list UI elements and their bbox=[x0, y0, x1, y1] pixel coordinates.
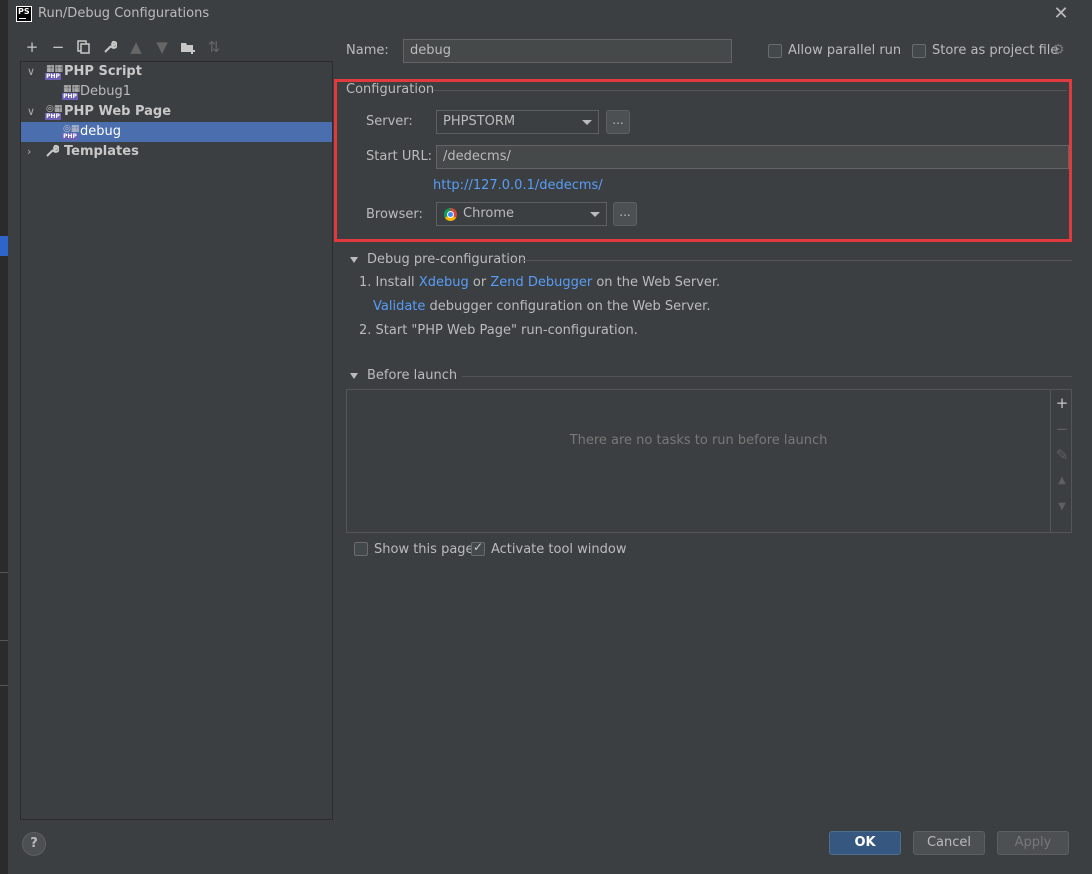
gear-icon[interactable]: ⚙ bbox=[1052, 42, 1065, 58]
zend-debugger-link[interactable]: Zend Debugger bbox=[490, 275, 592, 290]
arrow-up-icon[interactable]: ▲ bbox=[1054, 473, 1070, 489]
background-ide-strip bbox=[0, 0, 8, 874]
full-url-link[interactable]: http://127.0.0.1/dedecms/ bbox=[433, 178, 603, 193]
wrench-icon[interactable] bbox=[100, 37, 120, 57]
minus-icon[interactable]: − bbox=[48, 37, 68, 57]
preconfig-step1: 1. Install Xdebug or Zend Debugger on th… bbox=[359, 275, 721, 290]
apply-button[interactable]: Apply bbox=[997, 831, 1069, 855]
window-title: Run/Debug Configurations bbox=[38, 6, 210, 21]
php-script-icon: ▦▦ PHP bbox=[45, 64, 64, 80]
configuration-title: Configuration bbox=[346, 82, 435, 97]
show-page-checkbox[interactable] bbox=[354, 542, 368, 556]
activate-tool-checkbox[interactable] bbox=[471, 540, 485, 556]
run-debug-configurations-dialog: PS Run/Debug Configurations ✕ + − ▲ ▼ ⇅ … bbox=[8, 0, 1092, 874]
tree-item-label: PHP Web Page bbox=[64, 104, 172, 119]
allow-parallel-label: Allow parallel run bbox=[788, 43, 902, 58]
tree-item-debug1[interactable]: ▦▦ PHP Debug1 bbox=[21, 82, 332, 102]
server-combo[interactable]: PHPSTORM bbox=[436, 110, 599, 134]
title-bar: PS Run/Debug Configurations ✕ bbox=[8, 0, 1092, 30]
xdebug-link[interactable]: Xdebug bbox=[419, 275, 469, 290]
server-value: PHPSTORM bbox=[443, 114, 516, 129]
store-project-label: Store as project file bbox=[932, 43, 1059, 58]
sort-icon[interactable]: ⇅ bbox=[204, 37, 224, 57]
start-url-field[interactable]: /dedecms/ bbox=[436, 145, 1069, 169]
tree-item-debug[interactable]: ◎▦ PHP debug bbox=[21, 122, 332, 142]
name-label: Name: bbox=[346, 43, 389, 58]
cancel-button[interactable]: Cancel bbox=[913, 831, 985, 855]
server-label: Server: bbox=[366, 114, 413, 129]
wrench-icon bbox=[45, 144, 61, 160]
chrome-icon bbox=[444, 208, 457, 221]
php-script-icon: ▦▦ PHP bbox=[62, 84, 81, 100]
tree-item-php-web-page[interactable]: ∨ ◎▦ PHP PHP Web Page bbox=[21, 102, 332, 122]
tree-item-label: PHP Script bbox=[64, 64, 142, 79]
chevron-down-icon[interactable]: ∨ bbox=[27, 62, 39, 82]
copy-icon[interactable] bbox=[74, 37, 94, 57]
before-launch-title: Before launch bbox=[367, 368, 458, 383]
browser-browse-button[interactable]: ... bbox=[613, 202, 637, 226]
close-icon[interactable]: ✕ bbox=[1051, 4, 1071, 24]
tree-item-templates[interactable]: › Templates bbox=[21, 142, 332, 162]
chevron-right-icon[interactable]: › bbox=[27, 142, 39, 162]
before-launch-empty-text: There are no tasks to run before launch bbox=[569, 433, 828, 448]
triangle-down-icon[interactable] bbox=[350, 373, 358, 379]
arrow-down-icon[interactable]: ▼ bbox=[152, 37, 172, 57]
phpstorm-app-icon: PS bbox=[16, 6, 32, 22]
ok-button[interactable]: OK bbox=[829, 831, 901, 855]
preconfig-validate: Validate debugger configuration on the W… bbox=[373, 299, 711, 314]
folder-plus-icon[interactable] bbox=[178, 37, 198, 57]
plus-icon[interactable]: + bbox=[1054, 395, 1070, 411]
validate-link[interactable]: Validate bbox=[373, 299, 425, 314]
tree-item-label: debug bbox=[80, 124, 121, 139]
chevron-down-icon[interactable]: ∨ bbox=[27, 102, 39, 122]
tree-item-label: Templates bbox=[64, 144, 139, 159]
plus-icon[interactable]: + bbox=[22, 37, 42, 57]
debug-preconfig-title: Debug pre-configuration bbox=[367, 252, 527, 267]
show-page-label: Show this page bbox=[374, 542, 474, 557]
allow-parallel-checkbox[interactable] bbox=[768, 44, 782, 58]
server-browse-button[interactable]: ... bbox=[606, 110, 630, 134]
pencil-icon[interactable]: ✎ bbox=[1054, 447, 1070, 463]
chevron-down-icon bbox=[590, 212, 600, 217]
start-url-label: Start URL: bbox=[366, 149, 433, 164]
chevron-down-icon bbox=[582, 120, 592, 125]
help-button[interactable]: ? bbox=[22, 832, 46, 856]
configuration-separator bbox=[433, 90, 1067, 91]
browser-value: Chrome bbox=[463, 206, 514, 221]
triangle-down-icon[interactable] bbox=[350, 257, 358, 263]
activate-tool-label: Activate tool window bbox=[491, 542, 627, 557]
configurations-tree: ∨ ▦▦ PHP PHP Script ▦▦ PHP Debug1 ∨ ◎▦ PHP … bbox=[20, 61, 333, 820]
before-launch-side-toolbar: + − ✎ ▲ ▼ bbox=[1050, 390, 1072, 532]
preconfig-step2: 2. Start "PHP Web Page" run-configuratio… bbox=[359, 323, 638, 338]
browser-label: Browser: bbox=[366, 207, 423, 222]
name-field[interactable]: debug bbox=[403, 39, 732, 63]
php-web-page-icon: ◎▦ PHP bbox=[45, 104, 63, 120]
arrow-up-icon[interactable]: ▲ bbox=[126, 37, 146, 57]
minus-icon[interactable]: − bbox=[1054, 421, 1070, 437]
store-project-checkbox[interactable] bbox=[912, 44, 926, 58]
debug-preconfig-separator bbox=[520, 260, 1072, 261]
browser-combo[interactable]: Chrome bbox=[436, 202, 607, 226]
before-launch-separator bbox=[462, 376, 1072, 377]
tree-item-label: Debug1 bbox=[80, 84, 132, 99]
php-web-page-icon: ◎▦ PHP bbox=[62, 124, 80, 140]
tree-item-php-script[interactable]: ∨ ▦▦ PHP PHP Script bbox=[21, 62, 332, 82]
arrow-down-icon[interactable]: ▼ bbox=[1054, 499, 1070, 515]
before-launch-list: There are no tasks to run before launch … bbox=[346, 389, 1072, 533]
